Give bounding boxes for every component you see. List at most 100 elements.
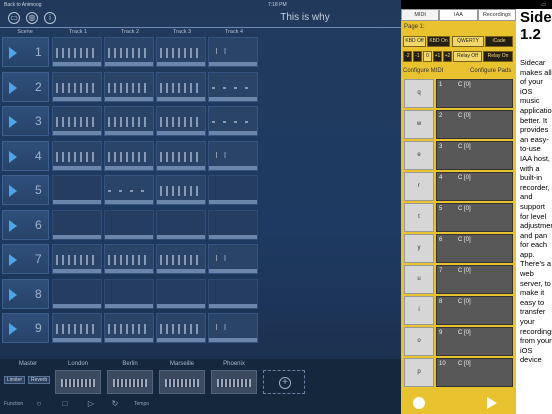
clip-slot[interactable] <box>208 175 258 205</box>
clip-slot[interactable] <box>52 175 102 205</box>
function-button[interactable]: Function <box>4 401 23 407</box>
instrument-slot[interactable] <box>107 370 153 394</box>
clip-slot[interactable] <box>208 37 258 67</box>
globe-icon[interactable]: ◍ <box>26 12 38 24</box>
back-link[interactable]: Back to Animoog <box>4 2 42 8</box>
relay-on-button[interactable]: Relay On <box>483 51 513 62</box>
folder-icon[interactable]: ▭ <box>8 12 20 24</box>
clip-slot[interactable] <box>104 244 154 274</box>
pad-number: 6 <box>439 237 443 243</box>
clip-slot[interactable] <box>156 313 206 343</box>
clip-slot[interactable] <box>156 175 206 205</box>
tab-iaa[interactable]: IAA <box>439 9 478 21</box>
scene-number: 2 <box>35 79 42 94</box>
clip-slot[interactable] <box>52 278 102 309</box>
limiter-button[interactable]: Limiter <box>4 376 26 384</box>
configure-pads-link[interactable]: Configure Pads <box>470 68 511 74</box>
scene-launch-button[interactable]: 8 <box>2 278 49 309</box>
scene-launch-button[interactable]: 2 <box>2 71 49 102</box>
play-icon[interactable]: ▷ <box>86 399 96 409</box>
clip-slot[interactable] <box>104 278 154 309</box>
pad-number: 2 <box>439 113 443 119</box>
scene-launch-button[interactable]: 5 <box>2 175 49 205</box>
clip-slot[interactable] <box>104 175 154 205</box>
drum-pad[interactable]: 8 C [0] <box>436 296 513 325</box>
instrument-slot[interactable] <box>159 370 205 394</box>
clip-slot[interactable] <box>52 209 102 240</box>
clip-slot[interactable] <box>104 37 154 67</box>
scene-launch-button[interactable]: 3 <box>2 106 49 136</box>
octave-button[interactable]: -1 <box>413 51 422 62</box>
scene-launch-button[interactable]: 7 <box>2 244 49 274</box>
clip-slot[interactable] <box>52 140 102 171</box>
kbd-off-button[interactable]: KBD Off <box>403 36 426 47</box>
clip-slot[interactable] <box>208 106 258 136</box>
clip-slot[interactable] <box>156 209 206 240</box>
reverb-button[interactable]: Reverb <box>28 376 51 384</box>
clip-slot[interactable] <box>208 71 258 102</box>
scene-launch-button[interactable]: 6 <box>2 209 49 240</box>
song-title: This is why <box>280 12 330 23</box>
clip-slot[interactable] <box>156 244 206 274</box>
clip-slot[interactable] <box>104 313 154 343</box>
record-button[interactable] <box>413 397 425 409</box>
clip-slot[interactable] <box>156 71 206 102</box>
octave-button[interactable]: -2 <box>403 51 412 62</box>
record-icon[interactable]: ○ <box>34 399 44 409</box>
clip-slot[interactable] <box>52 106 102 136</box>
drum-pad[interactable]: 2 C [0] <box>436 110 513 139</box>
clip-slot[interactable] <box>52 313 102 343</box>
drum-pad[interactable]: 10 C [0] <box>436 358 513 387</box>
clip-slot[interactable] <box>208 244 258 274</box>
clip-slot[interactable] <box>52 37 102 67</box>
drum-pad[interactable]: 6 C [0] <box>436 234 513 263</box>
clip-bar <box>209 62 257 66</box>
instrument-slot[interactable] <box>211 370 257 394</box>
clip-bar <box>53 131 101 135</box>
clip-slot[interactable] <box>104 71 154 102</box>
stop-icon[interactable]: □ <box>60 399 70 409</box>
clip-slot[interactable] <box>208 313 258 343</box>
octave-button[interactable]: +1 <box>433 51 442 62</box>
configure-midi-link[interactable]: Configure MIDI <box>403 68 443 74</box>
instrument-label: Berlin <box>122 361 138 367</box>
loop-icon[interactable]: ↻ <box>110 399 120 409</box>
clip-slot[interactable] <box>208 140 258 171</box>
instrument-slot[interactable] <box>55 370 101 394</box>
icade-button[interactable]: iCade <box>485 36 513 47</box>
drum-pad[interactable]: 4 C [0] <box>436 172 513 201</box>
tempo-button[interactable]: Tempo <box>134 401 149 407</box>
info-icon[interactable]: i <box>44 12 56 24</box>
clip-slot[interactable] <box>52 244 102 274</box>
octave-button[interactable]: 0 <box>423 51 432 62</box>
scene-launch-button[interactable]: 4 <box>2 140 49 171</box>
clip-slot[interactable] <box>208 278 258 309</box>
clip-slot[interactable] <box>156 37 206 67</box>
clip-notes <box>160 48 202 58</box>
clip-slot[interactable] <box>104 106 154 136</box>
clip-slot[interactable] <box>208 209 258 240</box>
add-instrument-button[interactable]: + <box>263 370 305 394</box>
tab-recordings[interactable]: Recordings <box>477 9 516 21</box>
play-button[interactable] <box>487 397 497 409</box>
clip-bar <box>53 269 101 273</box>
clip-slot[interactable] <box>156 106 206 136</box>
kbd-on-button[interactable]: KBD On <box>427 36 450 47</box>
drum-pad[interactable]: 9 C [0] <box>436 327 513 356</box>
tab-midi[interactable]: MIDI <box>401 9 440 21</box>
clip-slot[interactable] <box>52 71 102 102</box>
drum-pad[interactable]: 7 C [0] <box>436 265 513 294</box>
drum-pad[interactable]: 1 C [0] <box>436 79 513 108</box>
scene-launch-button[interactable]: 9 <box>2 313 49 343</box>
scene-launch-button[interactable]: 1 <box>2 37 49 67</box>
drum-pad[interactable]: 5 C [0] <box>436 203 513 232</box>
qwerty-button[interactable]: QWERTY <box>452 36 484 47</box>
relay-off-button[interactable]: Relay Off <box>453 51 482 62</box>
clip-slot[interactable] <box>104 140 154 171</box>
drum-pad[interactable]: 3 C [0] <box>436 141 513 170</box>
clip-slot[interactable] <box>104 209 154 240</box>
clip-slot[interactable] <box>156 140 206 171</box>
clip-slot[interactable] <box>156 278 206 309</box>
octave-button[interactable]: +2 <box>443 51 452 62</box>
clip-bar <box>53 234 101 239</box>
